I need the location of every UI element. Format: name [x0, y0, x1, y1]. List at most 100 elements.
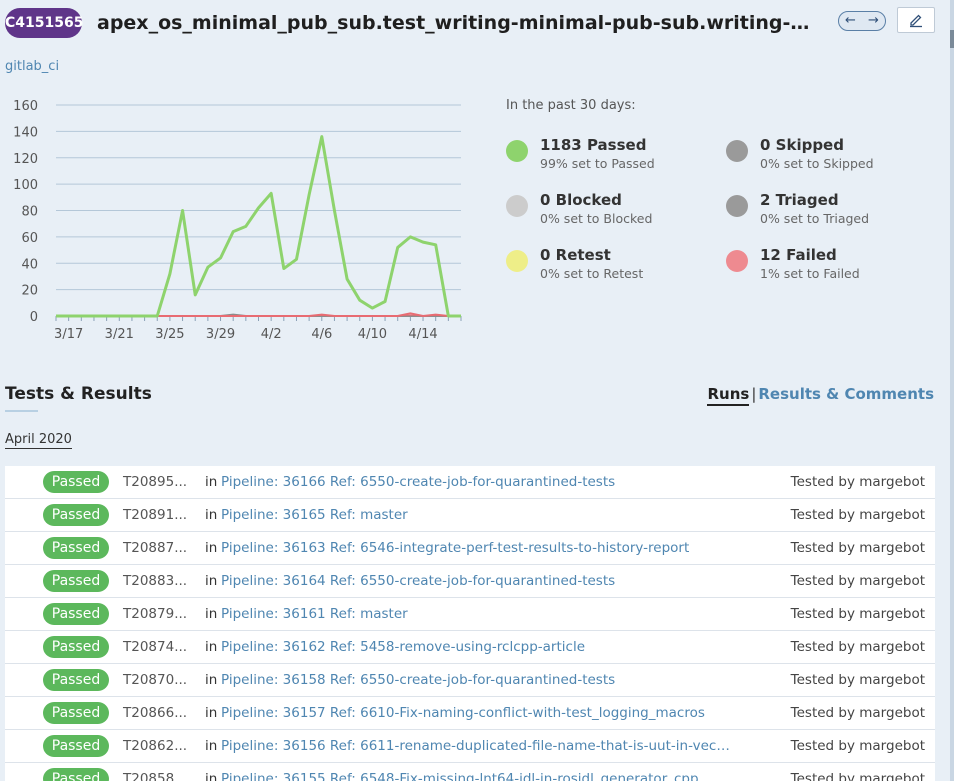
y-tick-label: 160: [13, 99, 38, 114]
result-row[interactable]: Passed T20870... in Pipeline: 36158 Ref: 65…: [5, 664, 935, 697]
in-label: in: [205, 738, 218, 754]
y-tick-label: 60: [21, 231, 38, 246]
stat-item: 0 Skipped 0% set to Skipped: [726, 136, 936, 176]
test-id[interactable]: T20858...: [123, 771, 187, 781]
test-id[interactable]: T20866...: [123, 705, 187, 721]
y-tick-label: 80: [21, 205, 38, 220]
pipeline-link[interactable]: Pipeline: 36162 Ref: 5458-remove-using-r…: [221, 639, 585, 655]
in-label: in: [205, 672, 218, 688]
y-tick-label: 20: [21, 284, 38, 299]
result-row[interactable]: Passed T20879... in Pipeline: 36161 Ref: ma…: [5, 598, 935, 631]
y-tick-label: 0: [30, 310, 38, 325]
stat-label: 0 Skipped: [760, 136, 844, 154]
test-id[interactable]: T20891...: [123, 507, 187, 523]
status-badge: Passed: [43, 504, 109, 526]
source-link[interactable]: gitlab_ci: [5, 59, 59, 74]
in-label: in: [205, 705, 218, 721]
in-label: in: [205, 507, 218, 523]
status-badge: Passed: [43, 702, 109, 724]
month-header[interactable]: April 2020: [5, 432, 72, 449]
result-row[interactable]: Passed T20858... in Pipeline: 36155 Ref: 65…: [5, 763, 935, 781]
test-id[interactable]: T20879...: [123, 606, 187, 622]
pipeline-link[interactable]: Pipeline: 36158 Ref: 6550-create-job-for…: [221, 672, 615, 688]
stat-item: 12 Failed 1% set to Failed: [726, 246, 936, 286]
result-row[interactable]: Passed T20887... in Pipeline: 36163 Ref: 65…: [5, 532, 935, 565]
result-row[interactable]: Passed T20866... in Pipeline: 36157 Ref: 66…: [5, 697, 935, 730]
x-tick-label: 4/2: [261, 327, 282, 342]
pipeline-link[interactable]: Pipeline: 36164 Ref: 6550-create-job-for…: [221, 573, 615, 589]
result-row[interactable]: Passed T20883... in Pipeline: 36164 Ref: 65…: [5, 565, 935, 598]
tester-label: Tested by margebot: [790, 771, 925, 781]
runs-tab[interactable]: Runs: [707, 385, 750, 406]
result-row[interactable]: Passed T20874... in Pipeline: 36162 Ref: 54…: [5, 631, 935, 664]
pipeline-link[interactable]: Pipeline: 36161 Ref: master: [221, 606, 408, 622]
x-tick-label: 4/14: [408, 327, 437, 342]
status-badge: Passed: [43, 537, 109, 559]
status-dot-icon: [506, 140, 528, 162]
pipeline-link[interactable]: Pipeline: 36163 Ref: 6546-integrate-perf…: [221, 540, 689, 556]
result-row[interactable]: Passed T20862... in Pipeline: 36156 Ref: 66…: [5, 730, 935, 763]
series-passed-line: [56, 135, 461, 318]
status-badge: Passed: [43, 735, 109, 757]
stat-item: 1183 Passed 99% set to Passed: [506, 136, 716, 176]
tester-label: Tested by margebot: [790, 507, 925, 523]
edit-button[interactable]: [897, 7, 935, 33]
results-list: Passed T20895... in Pipeline: 36166 Ref: 65…: [5, 466, 935, 781]
x-tick-label: 4/6: [311, 327, 332, 342]
result-row[interactable]: Passed T20895... in Pipeline: 36166 Ref: 65…: [5, 466, 935, 499]
y-tick-label: 140: [13, 125, 38, 140]
tester-label: Tested by margebot: [790, 573, 925, 589]
y-tick-label: 120: [13, 152, 38, 167]
stats-heading: In the past 30 days:: [506, 98, 636, 113]
in-label: in: [205, 606, 218, 622]
pipeline-link[interactable]: Pipeline: 36155 Ref: 6548-Fix-missing-ln…: [221, 771, 699, 781]
test-id[interactable]: T20862...: [123, 738, 187, 754]
pipeline-link[interactable]: Pipeline: 36157 Ref: 6610-Fix-naming-con…: [221, 705, 705, 721]
y-tick-label: 100: [13, 178, 38, 193]
stat-label: 1183 Passed: [540, 136, 647, 154]
stat-item: 2 Triaged 0% set to Triaged: [726, 191, 936, 231]
stat-subtext: 0% set to Retest: [540, 266, 644, 281]
tester-label: Tested by margebot: [790, 606, 925, 622]
results-chart: 0 20 40 60 80 100 120 140 160 3/17 3/21 3/25 3/29 4/2…: [13, 99, 462, 342]
test-id[interactable]: T20874...: [123, 639, 187, 655]
x-tick-label: 3/29: [206, 327, 235, 342]
result-row[interactable]: Passed T20891... in Pipeline: 36165 Ref: ma…: [5, 499, 935, 532]
view-switch: Runs | Results & Comments: [707, 385, 934, 406]
x-tick-label: 3/17: [54, 327, 83, 342]
stat-item: 0 Blocked 0% set to Blocked: [506, 191, 716, 231]
stat-subtext: 1% set to Failed: [760, 266, 860, 281]
arrow-left-icon[interactable]: ←: [845, 12, 856, 30]
status-badge: Passed: [43, 603, 109, 625]
stat-label: 0 Blocked: [540, 191, 622, 209]
status-badge: Passed: [43, 636, 109, 658]
test-id[interactable]: T20870...: [123, 672, 187, 688]
in-label: in: [205, 771, 218, 781]
scrollbar-thumb[interactable]: [950, 30, 954, 48]
pencil-icon: [910, 14, 922, 28]
x-tick-label: 3/25: [155, 327, 184, 342]
status-badge: Passed: [43, 669, 109, 691]
status-dot-icon: [506, 250, 528, 272]
stat-item: 0 Retest 0% set to Retest: [506, 246, 716, 286]
test-id[interactable]: T20895...: [123, 474, 187, 490]
pipeline-link[interactable]: Pipeline: 36165 Ref: master: [221, 507, 408, 523]
status-dot-icon: [726, 250, 748, 272]
status-badge: Passed: [43, 570, 109, 592]
test-id[interactable]: T20883...: [123, 573, 187, 589]
tester-label: Tested by margebot: [790, 540, 925, 556]
status-badge: Passed: [43, 768, 109, 781]
pipeline-link[interactable]: Pipeline: 36156 Ref: 6611-rename-duplica…: [221, 738, 731, 754]
scrollbar[interactable]: [950, 0, 954, 781]
case-title: apex_os_minimal_pub_sub.test_writing-min…: [97, 12, 827, 34]
x-tick-label: 4/10: [358, 327, 387, 342]
arrow-right-icon[interactable]: →: [868, 12, 879, 30]
in-label: in: [205, 639, 218, 655]
test-id[interactable]: T20887...: [123, 540, 187, 556]
tester-label: Tested by margebot: [790, 738, 925, 754]
pipeline-link[interactable]: Pipeline: 36166 Ref: 6550-create-job-for…: [221, 474, 615, 490]
tester-label: Tested by margebot: [790, 672, 925, 688]
section-underline: [5, 410, 38, 412]
results-comments-tab[interactable]: Results & Comments: [758, 385, 934, 403]
tester-label: Tested by margebot: [790, 639, 925, 655]
